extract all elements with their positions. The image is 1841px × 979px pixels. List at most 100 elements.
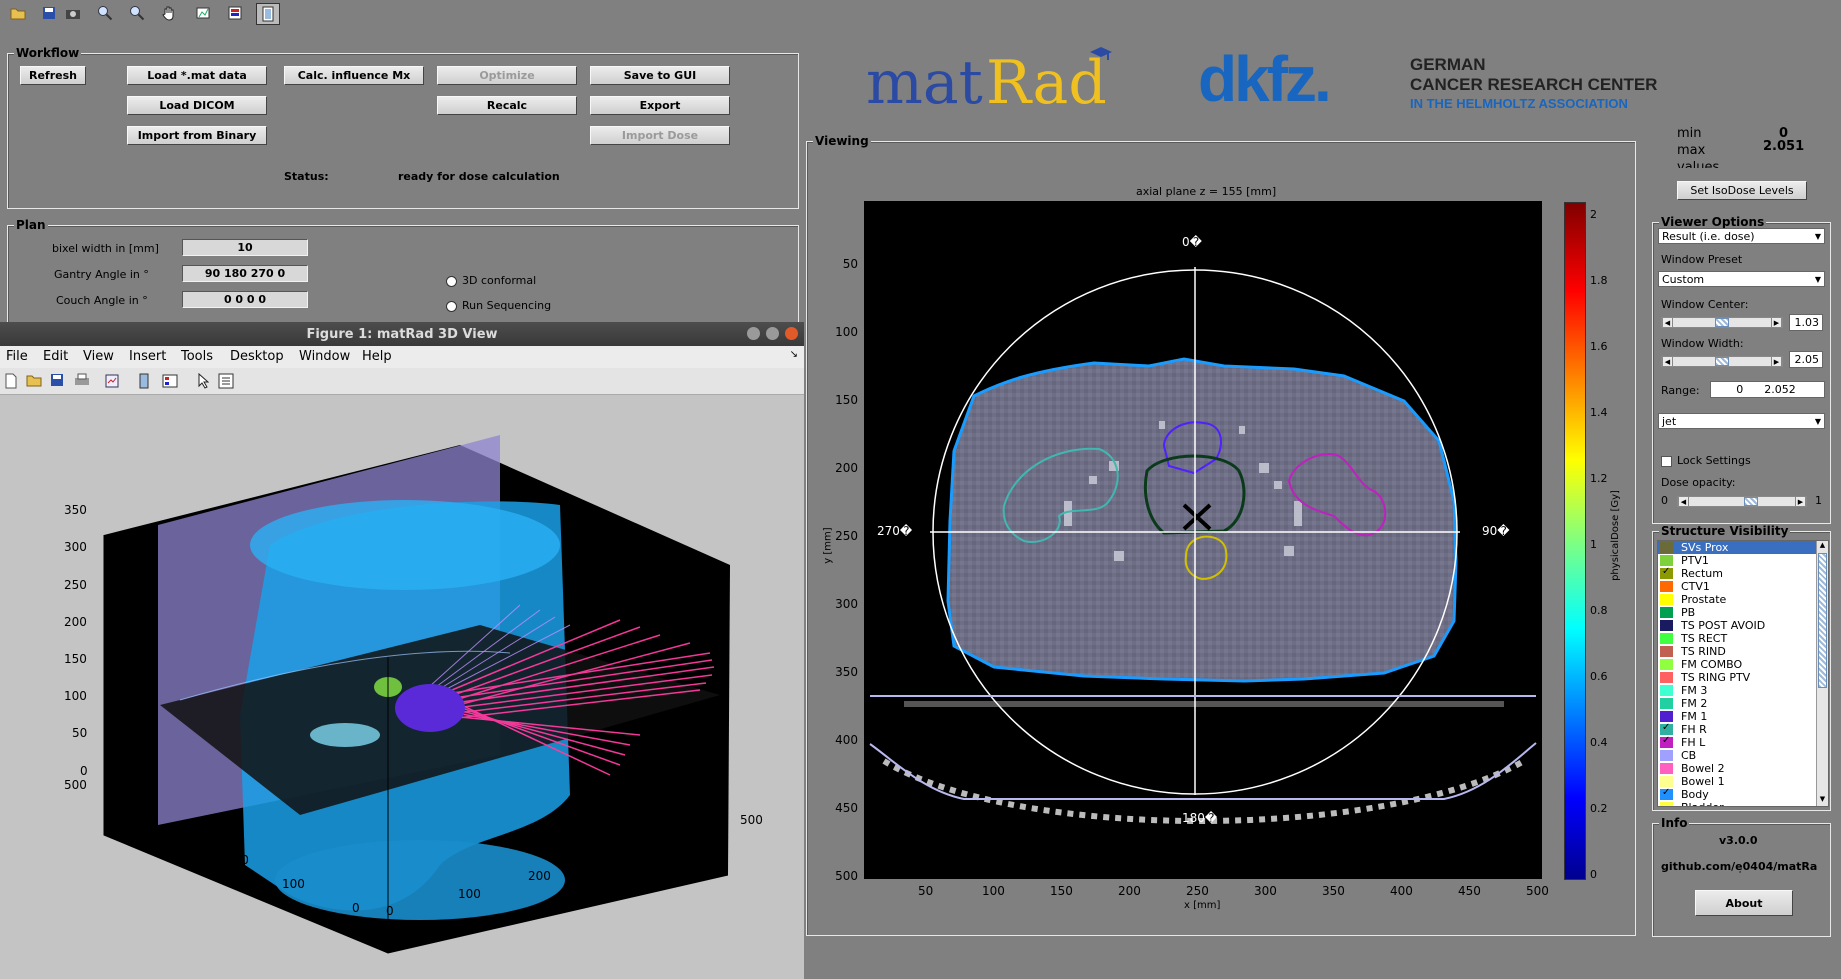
structure-row[interactable]: FM 1 <box>1658 710 1816 723</box>
open-folder-icon[interactable] <box>7 3 29 23</box>
structure-row[interactable]: SVs Prox <box>1658 541 1816 554</box>
gantry-angle-field[interactable]: 90 180 270 0 <box>182 265 308 282</box>
structure-color-swatch[interactable] <box>1660 646 1673 657</box>
structure-row[interactable]: PTV1 <box>1658 554 1816 567</box>
structure-list-scrollbar[interactable]: ▲ ▼ <box>1816 541 1828 806</box>
zoom-in-icon[interactable] <box>94 3 116 23</box>
structure-row[interactable]: TS RIND <box>1658 645 1816 658</box>
structure-row[interactable]: FM 3 <box>1658 684 1816 697</box>
structure-color-swatch[interactable] <box>1660 607 1673 618</box>
legend-toggle-icon[interactable] <box>162 373 178 392</box>
set-isodose-button[interactable]: Set IsoDose Levels <box>1677 181 1807 200</box>
import-dose-button[interactable]: Import Dose <box>590 126 730 145</box>
colorbar-icon[interactable] <box>224 3 246 23</box>
sequencing-radio[interactable] <box>446 301 457 312</box>
link-plot-icon[interactable] <box>104 373 120 392</box>
window-preset-select[interactable]: Custom ▼ <box>1658 271 1825 287</box>
scroll-up-icon[interactable]: ▲ <box>1817 541 1828 552</box>
colorbar-toggle-icon[interactable] <box>138 373 150 392</box>
structure-color-swatch[interactable] <box>1660 685 1673 696</box>
window-center-slider[interactable]: ◀ ▶ <box>1661 317 1783 328</box>
import-binary-button[interactable]: Import from Binary <box>127 126 267 145</box>
window-center-input[interactable]: 1.03 <box>1789 314 1823 331</box>
structure-row[interactable]: ✓ Body <box>1658 787 1816 801</box>
structure-color-swatch[interactable] <box>1660 659 1673 670</box>
save-figure-icon[interactable] <box>50 373 64 390</box>
structure-color-swatch[interactable] <box>1660 698 1673 709</box>
structure-color-swatch[interactable] <box>1660 594 1673 605</box>
load-dicom-button[interactable]: Load DICOM <box>127 96 267 115</box>
new-figure-icon[interactable] <box>4 373 18 392</box>
export-button[interactable]: Export <box>590 96 730 115</box>
dose-opacity-slider[interactable]: ◀ ▶ <box>1677 496 1807 507</box>
structure-color-swatch[interactable] <box>1660 542 1673 553</box>
refresh-button[interactable]: Refresh <box>20 66 86 85</box>
menu-insert[interactable]: Insert <box>129 349 166 364</box>
menu-file[interactable]: File <box>6 349 28 364</box>
ct-axial-view[interactable]: 0� 90� 180� 270� <box>864 201 1542 879</box>
slider-right-arrow-icon[interactable]: ▶ <box>1771 356 1782 367</box>
window-width-input[interactable]: 2.05 <box>1789 351 1823 368</box>
structure-color-swatch[interactable] <box>1660 711 1673 722</box>
menu-help[interactable]: Help <box>362 349 392 364</box>
structure-color-swatch[interactable] <box>1660 750 1673 761</box>
structure-row[interactable]: Prostate <box>1658 593 1816 606</box>
slider-right-arrow-icon[interactable]: ▶ <box>1795 496 1806 507</box>
structure-row[interactable]: Bladder <box>1658 801 1816 806</box>
structure-color-swatch[interactable] <box>1660 776 1673 787</box>
slider-left-arrow-icon[interactable]: ◀ <box>1678 496 1689 507</box>
minimize-icon[interactable] <box>747 327 760 340</box>
about-button[interactable]: About <box>1695 890 1793 916</box>
save-icon[interactable] <box>38 3 60 23</box>
pan-hand-icon[interactable] <box>158 3 180 23</box>
lock-settings-checkbox[interactable] <box>1661 456 1672 467</box>
menu-tools[interactable]: Tools <box>181 349 213 364</box>
structure-color-swatch[interactable] <box>1660 633 1673 644</box>
slider-left-arrow-icon[interactable]: ◀ <box>1662 356 1673 367</box>
menu-view[interactable]: View <box>83 349 114 364</box>
structure-color-swatch[interactable] <box>1660 620 1673 631</box>
scrollbar-thumb[interactable] <box>1818 553 1827 688</box>
optimize-button[interactable]: Optimize <box>437 66 577 85</box>
couch-angle-field[interactable]: 0 0 0 0 <box>182 291 308 308</box>
structure-color-swatch[interactable] <box>1660 581 1673 592</box>
structure-row[interactable]: Bowel 1 <box>1658 775 1816 788</box>
dock-arrow-icon[interactable]: ↘ <box>790 349 798 360</box>
structure-color-swatch[interactable] <box>1660 555 1673 566</box>
structure-row[interactable]: ✓ Rectum <box>1658 566 1816 580</box>
figure-titlebar[interactable]: Figure 1: matRad 3D View <box>0 322 804 346</box>
structure-color-swatch[interactable] <box>1660 672 1673 683</box>
scroll-down-icon[interactable]: ▼ <box>1817 795 1828 806</box>
display-select[interactable]: Result (i.e. dose) ▼ <box>1658 228 1825 244</box>
window-width-slider[interactable]: ◀ ▶ <box>1661 356 1783 367</box>
menu-desktop[interactable]: Desktop <box>230 349 284 364</box>
open-file-icon[interactable] <box>26 373 42 390</box>
structure-row[interactable]: TS RECT <box>1658 632 1816 645</box>
structure-row[interactable]: Bowel 2 <box>1658 762 1816 775</box>
bixel-width-field[interactable]: 10 <box>182 239 308 256</box>
load-mat-button[interactable]: Load *.mat data <box>127 66 267 85</box>
figure-3d-axes[interactable]: 350 300 250 200 150 100 50 0 500 400 300… <box>0 395 804 979</box>
property-editor-icon[interactable] <box>218 373 234 392</box>
dose-opacity-thumb[interactable] <box>1744 497 1759 506</box>
conformal-radio[interactable] <box>446 276 457 287</box>
range-input[interactable]: 0 2.052 <box>1710 381 1825 398</box>
structure-row[interactable]: PB <box>1658 606 1816 619</box>
menu-edit[interactable]: Edit <box>43 349 68 364</box>
window-icon[interactable] <box>256 3 280 25</box>
window-width-thumb[interactable] <box>1715 357 1729 366</box>
camera-icon[interactable] <box>62 3 84 23</box>
structure-row[interactable]: FM COMBO <box>1658 658 1816 671</box>
calc-influence-button[interactable]: Calc. influence Mx <box>284 66 424 85</box>
menu-window[interactable]: Window <box>299 349 350 364</box>
structure-color-swatch[interactable] <box>1660 763 1673 774</box>
slider-left-arrow-icon[interactable]: ◀ <box>1662 317 1673 328</box>
slider-right-arrow-icon[interactable]: ▶ <box>1771 317 1782 328</box>
structure-list[interactable]: SVs Prox PTV1 ✓ Rectum CTV1 Prostate PB TS POST… <box>1657 540 1829 807</box>
structure-row[interactable]: TS POST AVOID <box>1658 619 1816 632</box>
structure-row[interactable]: TS RING PTV <box>1658 671 1816 684</box>
zoom-out-icon[interactable] <box>126 3 148 23</box>
structure-row[interactable]: CB <box>1658 749 1816 762</box>
colormap-select[interactable]: jet ▼ <box>1658 413 1825 429</box>
close-icon[interactable] <box>785 327 798 340</box>
